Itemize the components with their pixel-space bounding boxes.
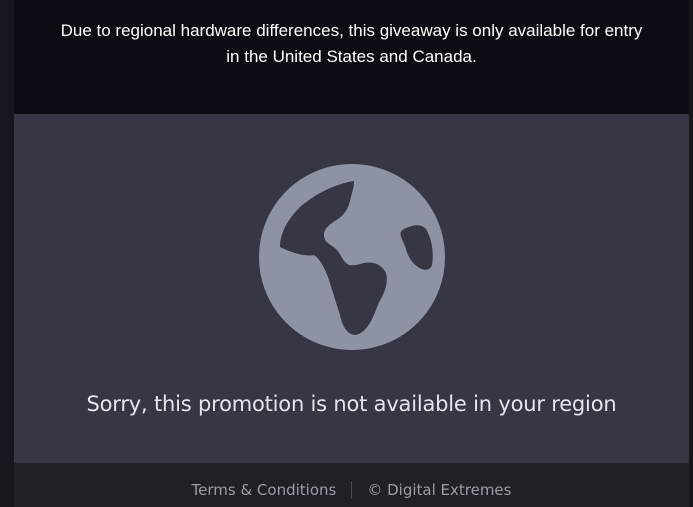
left-edge [0, 0, 14, 507]
right-edge [689, 0, 693, 507]
globe-icon [259, 164, 445, 350]
region-notice: Due to regional hardware differences, th… [14, 0, 689, 114]
page: Due to regional hardware differences, th… [0, 0, 693, 507]
unavailable-message: Sorry, this promotion is not available i… [86, 392, 617, 416]
copyright-text: © Digital Extremes [367, 481, 512, 499]
notice-line-2: in the United States and Canada. [226, 47, 477, 66]
terms-and-conditions-link[interactable]: Terms & Conditions [192, 481, 337, 499]
region-unavailable-panel: Sorry, this promotion is not available i… [14, 114, 689, 463]
footer-divider [351, 481, 353, 499]
footer: Terms & Conditions © Digital Extremes [14, 463, 689, 507]
notice-line-1: Due to regional hardware differences, th… [60, 21, 643, 40]
